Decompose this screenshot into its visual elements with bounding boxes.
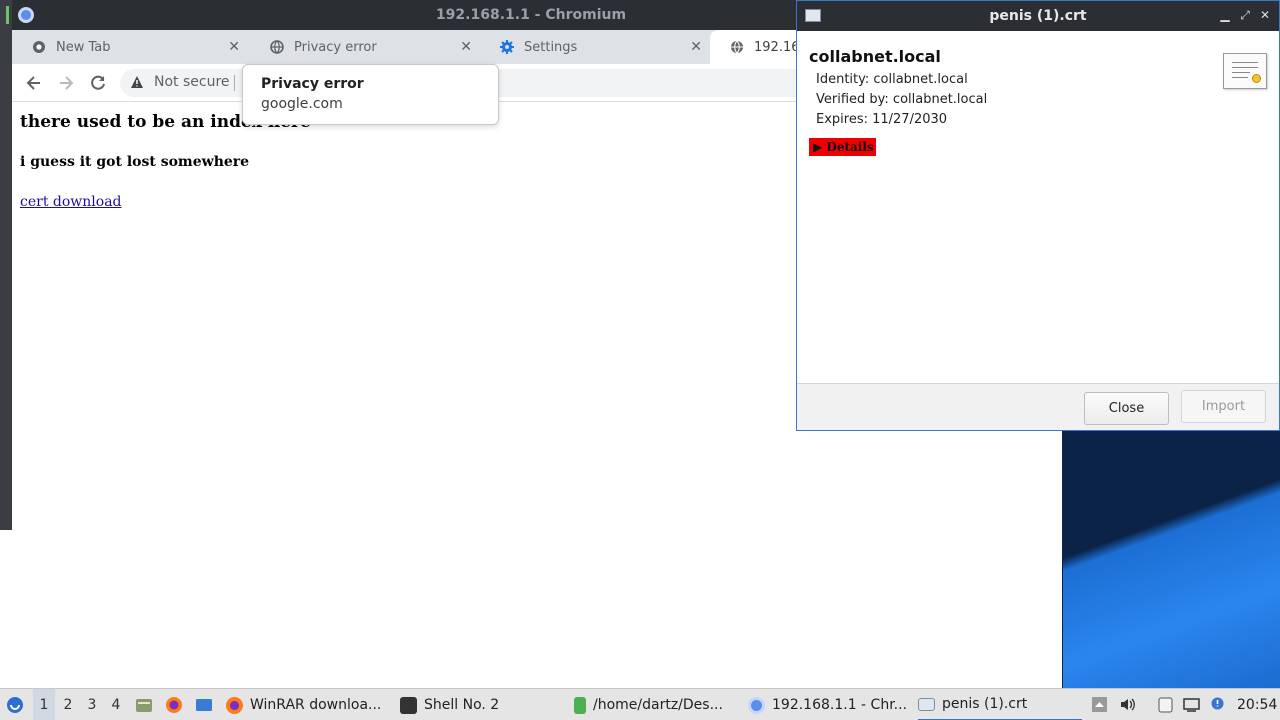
task-certificate[interactable]: penis (1).crt: [918, 689, 1082, 720]
notification-icon[interactable]: [1209, 696, 1226, 713]
close-button[interactable]: Close: [1084, 392, 1169, 425]
dialog-body: collabnet.local Identity: collabnet.loca…: [797, 31, 1279, 383]
page-subheading: i guess it got lost somewhere: [20, 154, 250, 170]
desktop-icon[interactable]: [195, 696, 213, 714]
tab-settings[interactable]: Settings ✕: [480, 30, 710, 64]
globe-icon: [270, 40, 284, 54]
task-shell[interactable]: Shell No. 2: [400, 689, 499, 720]
firefox-icon: [226, 696, 243, 714]
workspace-3[interactable]: 3: [81, 689, 103, 720]
close-icon[interactable]: ✕: [1258, 8, 1272, 22]
warning-icon: [130, 75, 144, 93]
tab-label: New Tab: [56, 39, 111, 55]
cert-expires: Expires: 11/27/2030: [816, 112, 948, 127]
close-icon[interactable]: ✕: [460, 39, 472, 55]
task-chromium[interactable]: 192.168.1.1 - Chr...: [748, 689, 907, 720]
start-menu-icon[interactable]: [6, 696, 24, 714]
window-icon: [918, 697, 935, 711]
terminal-icon: [400, 696, 417, 714]
firefox-icon[interactable]: [165, 696, 183, 714]
wallpaper-band: [1063, 430, 1280, 688]
taskbar: 1 2 3 4 WinRAR downloa... Shell No. 2 /h…: [0, 688, 1280, 720]
tray-up-icon[interactable]: [1091, 696, 1108, 713]
dialog-footer: Close Import: [797, 383, 1279, 430]
workspace-1[interactable]: 1: [33, 689, 55, 720]
workspace-4[interactable]: 4: [105, 689, 127, 720]
dialog-titlebar[interactable]: penis (1).crt ▁ ⤢ ✕: [797, 1, 1279, 31]
taskbar-clock: 20:54: [1237, 697, 1278, 713]
task-label: 192.168.1.1 - Chr...: [772, 697, 908, 713]
task-label: /home/dartz/Des...: [593, 697, 723, 713]
task-winrar[interactable]: WinRAR downloa...: [226, 689, 381, 720]
minimize-icon[interactable]: ▁: [1218, 8, 1232, 22]
tab-privacy-error[interactable]: Privacy error ✕: [250, 30, 480, 64]
reload-button[interactable]: [87, 72, 109, 94]
tab-label: Privacy error: [294, 39, 377, 55]
tooltip-subtitle: google.com: [261, 96, 343, 112]
tab-hover-tooltip: Privacy error google.com: [242, 64, 499, 125]
cert-identity: Identity: collabnet.local: [816, 72, 968, 87]
chromium-icon: [748, 696, 765, 714]
tab-label: Settings: [524, 39, 578, 55]
security-chip[interactable]: Not secure: [154, 74, 230, 90]
close-icon[interactable]: ✕: [690, 39, 702, 55]
task-label: Shell No. 2: [424, 697, 500, 713]
cert-download-link[interactable]: cert download: [20, 194, 122, 210]
import-button[interactable]: Import: [1181, 390, 1266, 423]
details-label: Details: [826, 140, 874, 154]
volume-icon[interactable]: [1119, 696, 1136, 713]
archive-icon: [574, 696, 586, 714]
task-label: WinRAR downloa...: [250, 697, 382, 713]
triangle-right-icon: ▶: [813, 140, 823, 154]
network-icon[interactable]: [1183, 696, 1200, 713]
back-button[interactable]: [23, 72, 45, 94]
gear-icon: [500, 40, 514, 54]
cert-common-name: collabnet.local: [809, 47, 941, 66]
chromium-icon: [32, 40, 46, 54]
globe-icon: [730, 40, 744, 54]
task-file-manager[interactable]: /home/dartz/Des...: [574, 689, 723, 720]
workspace-2[interactable]: 2: [57, 689, 79, 720]
cert-verified-by: Verified by: collabnet.local: [816, 92, 988, 107]
task-label: penis (1).crt: [942, 696, 1028, 712]
dialog-title: penis (1).crt: [989, 8, 1087, 24]
close-icon[interactable]: ✕: [228, 39, 240, 55]
details-expander[interactable]: ▶ Details: [809, 138, 876, 156]
file-manager-icon[interactable]: [135, 696, 153, 714]
tooltip-title: Privacy error: [261, 76, 364, 92]
certificate-dialog: penis (1).crt ▁ ⤢ ✕ collabnet.local Iden…: [796, 0, 1280, 431]
forward-button[interactable]: [55, 72, 77, 94]
window-edge: [0, 0, 12, 530]
certificate-icon: [1223, 53, 1267, 89]
maximize-icon[interactable]: ⤢: [1238, 8, 1252, 22]
tab-new-tab[interactable]: New Tab ✕: [12, 30, 248, 64]
clipboard-icon[interactable]: [1157, 696, 1174, 713]
divider: [234, 75, 235, 91]
